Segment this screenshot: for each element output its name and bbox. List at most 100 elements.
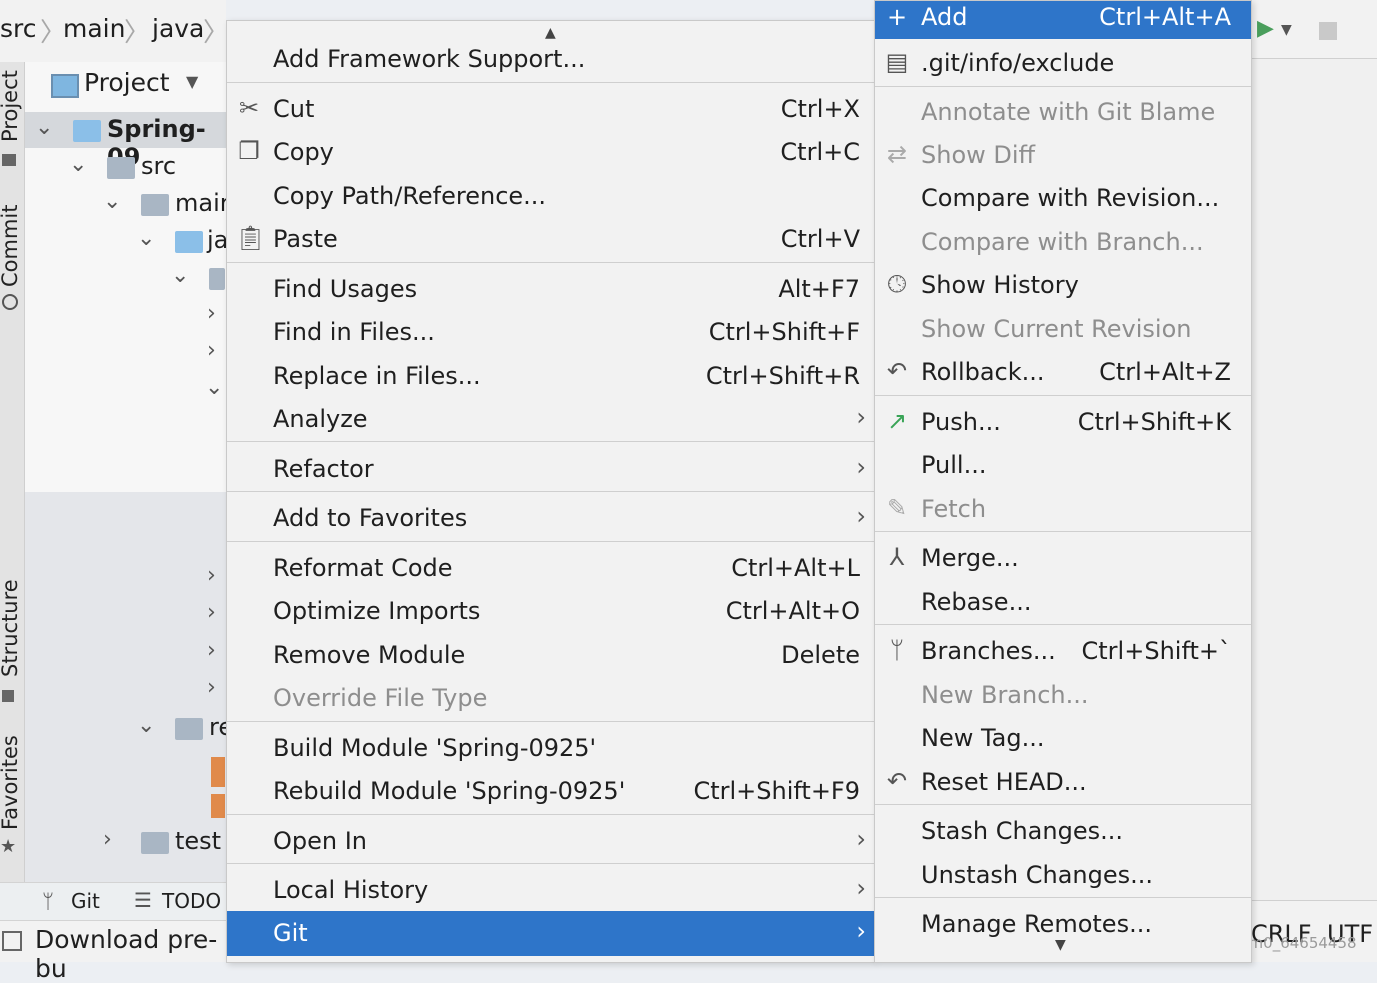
chevron-right-icon[interactable]: › bbox=[207, 638, 216, 663]
menu-item-label: Reformat Code bbox=[273, 554, 453, 582]
chevron-down-icon[interactable]: ⌄ bbox=[69, 152, 87, 177]
git-item-reset-head[interactable]: ↶ Reset HEAD... bbox=[875, 760, 1251, 803]
dropdown-arrow-icon[interactable]: ▼ bbox=[186, 72, 198, 91]
menu-item-analyze[interactable]: Analyze › bbox=[227, 397, 874, 440]
bottom-toolbar: ᛘ Git ☰ TODO bbox=[0, 882, 226, 921]
chevron-right-icon[interactable]: › bbox=[207, 338, 216, 363]
scroll-down-arrow-icon[interactable]: ▼ bbox=[1055, 937, 1066, 953]
tree-item-java[interactable]: ⌄ ja bbox=[25, 223, 228, 259]
menu-item-label: .git/info/exclude bbox=[921, 49, 1115, 77]
file-exclude-icon: ▤ bbox=[885, 48, 909, 76]
submenu-arrow-icon: › bbox=[856, 453, 866, 481]
git-item-rebase[interactable]: Rebase... bbox=[875, 580, 1251, 623]
menu-item-optimize-imports[interactable]: Optimize Imports Ctrl+Alt+O bbox=[227, 589, 874, 632]
chevron-down-icon[interactable]: ⌄ bbox=[205, 375, 223, 400]
tree-item-collapsed[interactable]: › bbox=[25, 298, 226, 334]
submenu-arrow-icon: › bbox=[856, 917, 866, 945]
git-submenu: + Add Ctrl+Alt+A ▤ .git/info/exclude Ann… bbox=[874, 0, 1252, 963]
tree-item-expanded[interactable]: ⌄ bbox=[25, 372, 226, 408]
chevron-right-icon[interactable]: › bbox=[207, 675, 216, 700]
menu-item-add-framework[interactable]: Add Framework Support... bbox=[227, 37, 874, 80]
toolwindow-commit-label[interactable]: Commit bbox=[0, 205, 22, 288]
tree-item-collapsed[interactable]: › bbox=[25, 672, 226, 708]
fetch-icon: ✎ bbox=[886, 494, 908, 522]
menu-item-local-history[interactable]: Local History › bbox=[227, 868, 874, 911]
menu-item-paste[interactable]: 📋︎ Paste Ctrl+V bbox=[227, 217, 874, 260]
menu-separator bbox=[227, 491, 874, 492]
breadcrumb-item-java[interactable]: java bbox=[152, 14, 204, 43]
tree-item-collapsed[interactable]: › bbox=[25, 597, 226, 633]
git-item-exclude[interactable]: ▤ .git/info/exclude bbox=[875, 41, 1251, 84]
tree-item-test[interactable]: › test bbox=[25, 824, 226, 860]
dropdown-arrow-icon[interactable]: ▼ bbox=[1281, 22, 1292, 38]
menu-item-cut[interactable]: ✂ Cut Ctrl+X bbox=[227, 87, 874, 130]
checkbox-icon[interactable] bbox=[2, 931, 22, 951]
git-item-stash[interactable]: Stash Changes... bbox=[875, 809, 1251, 852]
undo-icon: ↶ bbox=[886, 357, 908, 385]
git-item-pull[interactable]: Pull... bbox=[875, 443, 1251, 486]
menu-item-git[interactable]: Git › bbox=[227, 911, 874, 956]
breadcrumb-item-src[interactable]: src bbox=[0, 14, 37, 43]
chevron-right-icon[interactable]: › bbox=[207, 563, 216, 588]
chevron-down-icon[interactable]: ⌄ bbox=[103, 189, 121, 214]
toolwindow-structure-label[interactable]: Structure bbox=[0, 579, 22, 677]
clock-icon: 🕓︎ bbox=[887, 270, 907, 298]
breadcrumb-item-main[interactable]: main bbox=[63, 14, 125, 43]
menu-item-find-in-files[interactable]: Find in Files... Ctrl+Shift+F bbox=[227, 310, 874, 353]
project-view-selector[interactable]: Project bbox=[84, 68, 170, 97]
chevron-down-icon[interactable]: ⌄ bbox=[171, 263, 189, 288]
git-item-merge[interactable]: ⅄ Merge... bbox=[875, 536, 1251, 579]
git-item-rollback[interactable]: ↶ Rollback... Ctrl+Alt+Z bbox=[875, 350, 1251, 393]
menu-item-label: Add bbox=[921, 3, 968, 31]
chevron-right-icon[interactable]: › bbox=[207, 301, 216, 326]
menu-item-add-to-favorites[interactable]: Add to Favorites › bbox=[227, 496, 874, 539]
toolwindow-project-label[interactable]: Project bbox=[0, 70, 22, 142]
menu-item-build-module[interactable]: Build Module 'Spring-0925' bbox=[227, 726, 874, 769]
menu-item-label: Local History bbox=[273, 876, 429, 904]
chevron-down-icon[interactable]: ⌄ bbox=[137, 713, 155, 738]
menu-item-copy[interactable]: ❐ Copy Ctrl+C bbox=[227, 130, 874, 173]
todo-tool-button[interactable]: TODO bbox=[162, 889, 221, 913]
menu-item-label: Refactor bbox=[273, 455, 374, 483]
left-toolwindow-strip: Project Commit Structure Favorites ★ bbox=[0, 62, 25, 882]
menu-item-reformat-code[interactable]: Reformat Code Ctrl+Alt+L bbox=[227, 546, 874, 589]
menu-item-open-in[interactable]: Open In › bbox=[227, 819, 874, 862]
toolwindow-favorites-label[interactable]: Favorites bbox=[0, 735, 22, 830]
tree-item-collapsed[interactable]: › bbox=[25, 335, 226, 371]
chevron-right-icon: 〉 bbox=[124, 18, 151, 48]
run-icon[interactable]: ▶ bbox=[1257, 16, 1274, 41]
menu-item-rebuild-module[interactable]: Rebuild Module 'Spring-0925' Ctrl+Shift+… bbox=[227, 769, 874, 812]
menu-item-label: Copy Path/Reference... bbox=[273, 182, 547, 210]
tree-item-src[interactable]: ⌄ src bbox=[25, 149, 226, 185]
tree-item-package[interactable]: ⌄ bbox=[25, 260, 226, 296]
tree-item-module[interactable]: ⌄ Spring-09 bbox=[25, 112, 226, 171]
menu-item-shortcut: Ctrl+V bbox=[780, 225, 860, 253]
menu-item-shortcut: Ctrl+Shift+F bbox=[708, 318, 860, 346]
git-item-branches[interactable]: ᛘ Branches... Ctrl+Shift+` bbox=[875, 629, 1251, 672]
tree-item-collapsed[interactable]: › bbox=[25, 635, 226, 671]
tree-item-resources[interactable]: ⌄ re bbox=[25, 710, 233, 746]
git-item-show-history[interactable]: 🕓︎ Show History bbox=[875, 263, 1251, 306]
chevron-down-icon[interactable]: ⌄ bbox=[35, 115, 53, 140]
chevron-right-icon[interactable]: › bbox=[103, 827, 112, 852]
menu-item-label: Optimize Imports bbox=[273, 597, 481, 625]
tree-item-collapsed[interactable]: › bbox=[25, 560, 226, 596]
stop-icon[interactable] bbox=[1319, 22, 1337, 40]
menu-item-remove-module[interactable]: Remove Module Delete bbox=[227, 633, 874, 676]
menu-item-label: Rebase... bbox=[921, 588, 1032, 616]
menu-item-refactor[interactable]: Refactor › bbox=[227, 447, 874, 490]
git-item-unstash[interactable]: Unstash Changes... bbox=[875, 853, 1251, 896]
git-item-push[interactable]: ↗ Push... Ctrl+Shift+K bbox=[875, 400, 1251, 443]
menu-separator bbox=[875, 531, 1251, 532]
chevron-right-icon[interactable]: › bbox=[207, 600, 216, 625]
tree-item-main[interactable]: ⌄ mair bbox=[25, 186, 230, 222]
chevron-down-icon[interactable]: ⌄ bbox=[137, 226, 155, 251]
menu-item-find-usages[interactable]: Find Usages Alt+F7 bbox=[227, 267, 874, 310]
menu-item-replace-in-files[interactable]: Replace in Files... Ctrl+Shift+R bbox=[227, 354, 874, 397]
git-item-compare-revision[interactable]: Compare with Revision... bbox=[875, 176, 1251, 219]
menu-item-label: Unstash Changes... bbox=[921, 861, 1154, 889]
menu-item-copy-path[interactable]: Copy Path/Reference... bbox=[227, 174, 874, 217]
git-item-add[interactable]: + Add Ctrl+Alt+A bbox=[875, 1, 1251, 39]
git-tool-button[interactable]: Git bbox=[71, 889, 100, 913]
git-item-new-tag[interactable]: New Tag... bbox=[875, 716, 1251, 759]
